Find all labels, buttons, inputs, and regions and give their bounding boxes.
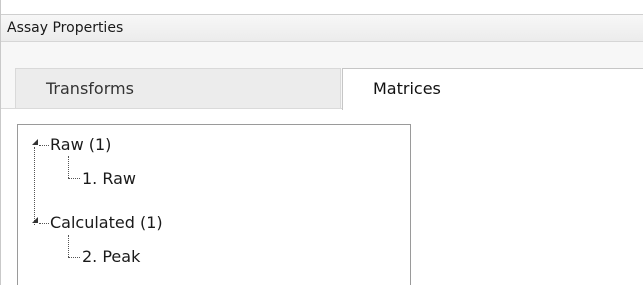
tree-connector — [68, 178, 80, 179]
collapse-triangle-icon[interactable] — [32, 139, 38, 145]
top-margin — [1, 0, 643, 14]
tree-node-calculated-group[interactable]: Calculated (1) — [32, 212, 163, 234]
tab-matrices[interactable]: Matrices — [342, 68, 643, 110]
tree-connector — [68, 235, 69, 257]
assay-properties-window: Assay Properties Transforms Matrices Raw… — [0, 0, 643, 285]
matrices-tree[interactable]: Raw (1) 1. Raw Calculated (1) 2. Peak — [17, 124, 411, 285]
tab-strip: Transforms Matrices — [1, 42, 643, 116]
tree-node-label: 2. Peak — [82, 247, 141, 266]
tree-node-label: Raw (1) — [50, 135, 112, 154]
tree-connector — [68, 257, 80, 258]
tab-transforms[interactable]: Transforms — [15, 68, 341, 110]
window-title-bar: Assay Properties — [1, 14, 643, 42]
tree-node-raw-item[interactable]: 1. Raw — [82, 168, 136, 190]
tree-node-label: 1. Raw — [82, 169, 137, 188]
tree-connector — [68, 156, 69, 178]
window-title: Assay Properties — [7, 20, 124, 36]
tree-node-peak-item[interactable]: 2. Peak — [82, 246, 140, 268]
tree-node-label: Calculated (1) — [50, 213, 163, 232]
tree-node-raw-group[interactable]: Raw (1) — [32, 134, 111, 156]
collapse-triangle-icon[interactable] — [32, 217, 38, 223]
tab-matrices-label: Matrices — [373, 79, 441, 98]
tab-transforms-label: Transforms — [46, 79, 134, 98]
